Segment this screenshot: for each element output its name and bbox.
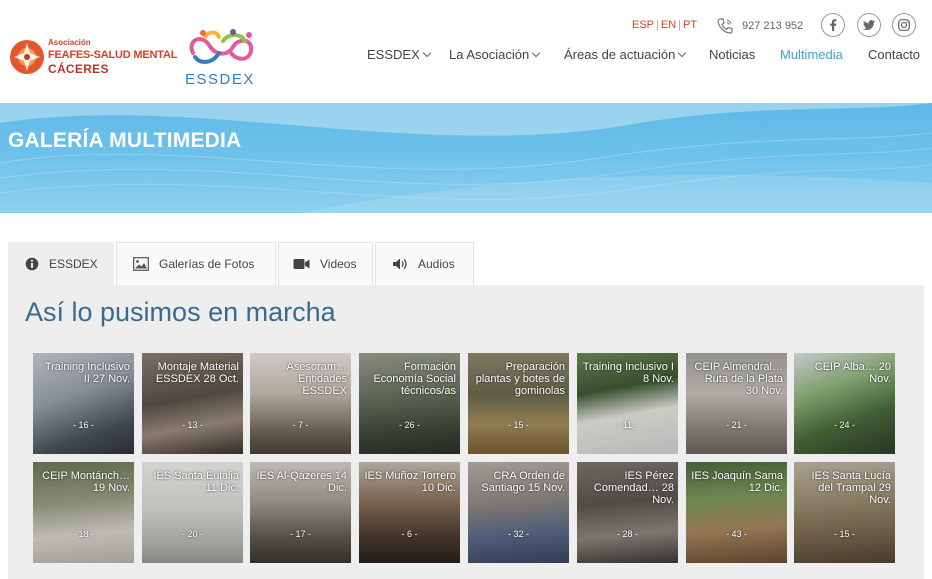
- lang-en[interactable]: EN: [661, 19, 676, 31]
- gallery-item-count: - 16 -: [72, 420, 94, 430]
- gallery-item[interactable]: Asesoram… Entidades ESSDEX - 7 -: [250, 353, 351, 454]
- video-camera-icon: [293, 259, 310, 269]
- gallery-item-caption: IES Joaquín Sama 12 Dic.: [691, 470, 783, 494]
- instagram-icon[interactable]: [892, 13, 916, 37]
- gallery-item[interactable]: CRA Orden de Santiago 15 Nov. - 32 -: [468, 462, 569, 563]
- gallery-item-count: - 11 -: [617, 420, 638, 430]
- chevron-down-icon: [422, 48, 431, 57]
- phone-contact[interactable]: 927 213 952: [716, 16, 803, 36]
- tab-audios[interactable]: Audios: [375, 242, 474, 285]
- gallery-item-caption: CEIP Almendral… Ruta de la Plata 30 Nov.: [694, 361, 783, 397]
- facebook-icon[interactable]: [821, 13, 845, 37]
- chevron-down-icon: [678, 48, 687, 57]
- gallery-item[interactable]: Preparación plantas y botes de gominolas…: [468, 353, 569, 454]
- gallery-item-count: - 7 -: [292, 420, 309, 430]
- tab-videos[interactable]: Videos: [278, 242, 373, 285]
- gallery-item-caption: CEIP Alba… 20 Nov.: [814, 361, 891, 385]
- site-header: Asociación FEAFES-SALUD MENTAL CÁCERES E…: [0, 0, 932, 103]
- gallery-item-caption: Asesoram… Entidades ESSDEX: [286, 361, 347, 397]
- gallery-item-count: - 18 -: [72, 529, 94, 539]
- gallery-item[interactable]: Training Inclusivo I 8 Nov. - 11 -: [577, 353, 678, 454]
- section-title: Así lo pusimos en marcha: [25, 297, 336, 327]
- image-icon: [133, 257, 149, 271]
- gallery-item[interactable]: IES Joaquín Sama 12 Dic. - 43 -: [686, 462, 787, 563]
- gallery-item-count: - 20 -: [181, 529, 203, 539]
- tab-label: Videos: [320, 257, 357, 271]
- lang-pt[interactable]: PT: [683, 19, 697, 31]
- gallery-item-caption: Formación Economía Social técnicos/as: [373, 361, 456, 397]
- feafes-logo[interactable]: Asociación FEAFES-SALUD MENTAL CÁCERES: [8, 36, 178, 78]
- gallery-item-count: - 6 -: [401, 529, 418, 539]
- gallery-item-caption: IES Al-Qázeres 14 Dic.: [256, 470, 348, 494]
- gallery-item-caption: IES Pérez Comendad… 28 Nov.: [593, 470, 674, 506]
- gallery-item[interactable]: CEIP Alba… 20 Nov. - 24 -: [794, 353, 895, 454]
- gallery-item[interactable]: Montaje Material ESSDEX 28 Oct. - 13 -: [142, 353, 243, 454]
- gallery-item-count: - 26 -: [398, 420, 420, 430]
- nav-item-la-asociacion[interactable]: La Asociación: [449, 47, 541, 62]
- gallery-item-count: - 32 -: [507, 529, 529, 539]
- language-switcher: ESP | EN | PT: [632, 19, 698, 31]
- gallery-item-caption: CRA Orden de Santiago 15 Nov.: [481, 470, 565, 494]
- gallery-item[interactable]: IES Al-Qázeres 14 Dic. - 17 -: [250, 462, 351, 563]
- nav-item-contacto[interactable]: Contacto: [868, 47, 920, 62]
- feafes-logo-line2: FEAFES-SALUD MENTAL: [48, 49, 178, 61]
- phone-number: 927 213 952: [742, 20, 804, 32]
- gallery-item-count: - 15 -: [833, 529, 855, 539]
- gallery-item-caption: Training Inclusivo II 27 Nov.: [44, 361, 130, 385]
- page-banner: GALERÍA MULTIMEDIA: [0, 103, 932, 213]
- gallery-item-count: - 17 -: [289, 529, 311, 539]
- lang-esp[interactable]: ESP: [632, 19, 654, 31]
- nav-item-areas-de-actuacion[interactable]: Áreas de actuación: [564, 47, 687, 62]
- feafes-logo-line1: Asociación: [48, 38, 91, 47]
- gallery-item-count: - 21 -: [725, 420, 747, 430]
- page-title: GALERÍA MULTIMEDIA: [8, 129, 242, 152]
- gallery-item-caption: IES Muñoz Torrero 10 Dic.: [364, 470, 456, 494]
- info-icon: [25, 257, 39, 271]
- phone-icon: [717, 18, 733, 34]
- gallery-item[interactable]: IES Santa Eulalia 11 Dic. - 20 -: [142, 462, 243, 563]
- chevron-down-icon: [531, 48, 541, 57]
- tab-label: Audios: [418, 257, 455, 271]
- nav-item-essdex[interactable]: ESSDEX: [367, 47, 431, 62]
- gallery-item[interactable]: IES Santa Lucía del Trampal 29 Nov. - 15…: [794, 462, 895, 563]
- tab-galerias-de-fotos[interactable]: Galerías de Fotos: [116, 242, 276, 285]
- essdex-logo[interactable]: ESSDEX: [183, 27, 261, 89]
- tab-essdex[interactable]: ESSDEX: [8, 242, 114, 285]
- gallery-item[interactable]: Formación Economía Social técnicos/as - …: [359, 353, 460, 454]
- gallery-item[interactable]: CEIP Almendral… Ruta de la Plata 30 Nov.…: [686, 353, 787, 454]
- gallery-item-count: - 15 -: [507, 420, 529, 430]
- feafes-logo-mark: [10, 40, 44, 74]
- nav-item-multimedia[interactable]: Multimedia: [780, 47, 843, 62]
- nav-item-noticias[interactable]: Noticias: [709, 47, 755, 62]
- gallery-item[interactable]: IES Muñoz Torrero 10 Dic. - 6 -: [359, 462, 460, 563]
- gallery-item-caption: IES Santa Lucía del Trampal 29 Nov.: [811, 470, 892, 506]
- essdex-logo-mark: [189, 29, 254, 64]
- gallery-item[interactable]: IES Pérez Comendad… 28 Nov. - 28 -: [577, 462, 678, 563]
- gallery-item-caption: Preparación plantas y botes de gominolas: [475, 361, 565, 397]
- essdex-logo-word: ESSDEX: [185, 71, 255, 88]
- gallery-item-count: - 43 -: [725, 529, 747, 539]
- gallery-item-caption: Training Inclusivo I 8 Nov.: [582, 361, 674, 385]
- gallery-item[interactable]: Training Inclusivo II 27 Nov. - 16 -: [33, 353, 134, 454]
- banner-wave-pattern: [0, 103, 932, 213]
- twitter-icon[interactable]: [857, 13, 881, 37]
- gallery-item-caption: IES Santa Eulalia 11 Dic.: [153, 470, 239, 494]
- gallery-item-count: - 24 -: [833, 420, 855, 430]
- gallery-item-caption: Montaje Material ESSDEX 28 Oct.: [155, 361, 239, 385]
- tab-label: ESSDEX: [49, 257, 98, 271]
- gallery-item[interactable]: CEIP Montánch… 19 Nov. - 18 -: [33, 462, 134, 563]
- feafes-logo-line3: CÁCERES: [48, 62, 109, 76]
- gallery-item-count: - 13 -: [181, 420, 203, 430]
- gallery-item-count: - 28 -: [616, 529, 638, 539]
- speaker-icon: [393, 258, 407, 270]
- tab-label: Galerías de Fotos: [159, 257, 255, 271]
- gallery-item-caption: CEIP Montánch… 19 Nov.: [42, 470, 130, 494]
